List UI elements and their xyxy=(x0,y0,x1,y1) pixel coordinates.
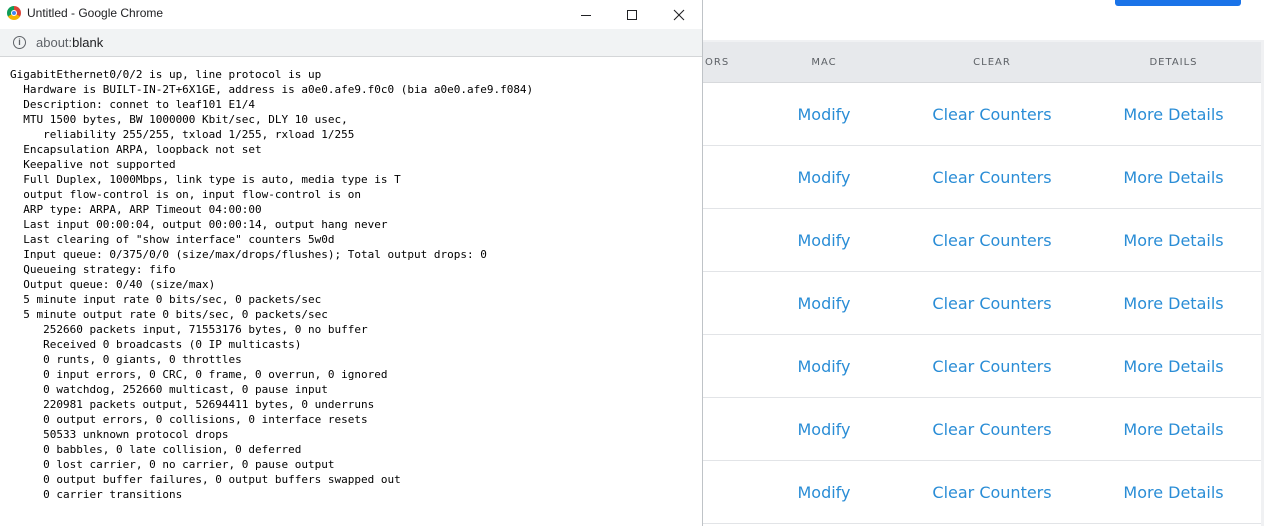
clear-counters-link[interactable]: Clear Counters xyxy=(917,461,1067,524)
page-content: GigabitEthernet0/0/2 is up, line protoco… xyxy=(10,67,700,522)
url-text[interactable]: about:blank xyxy=(36,35,103,50)
clear-counters-link[interactable]: Clear Counters xyxy=(917,83,1067,146)
table-row: Modify Clear Counters More Details xyxy=(703,83,1261,146)
primary-action-button[interactable] xyxy=(1115,0,1241,6)
clear-counters-link[interactable]: Clear Counters xyxy=(917,209,1067,272)
clear-counters-link[interactable]: Clear Counters xyxy=(917,272,1067,335)
modify-link[interactable]: Modify xyxy=(774,272,874,335)
close-button[interactable] xyxy=(656,0,702,29)
table-row: Modify Clear Counters More Details xyxy=(703,461,1261,524)
output-line: 0 output buffer failures, 0 output buffe… xyxy=(10,473,401,486)
chrome-logo-icon xyxy=(7,6,21,20)
output-line: MTU 1500 bytes, BW 1000000 Kbit/sec, DLY… xyxy=(10,113,348,126)
output-line: 0 input errors, 0 CRC, 0 frame, 0 overru… xyxy=(10,368,388,381)
column-header-clear: CLEAR xyxy=(973,57,1011,68)
output-line: 0 carrier transitions xyxy=(10,488,183,501)
output-line: 50533 unknown protocol drops xyxy=(10,428,229,441)
chrome-popup-window: Untitled - Google Chrome i about:blank G… xyxy=(0,0,703,526)
output-line: 0 runts, 0 giants, 0 throttles xyxy=(10,353,242,366)
table-row: Modify Clear Counters More Details xyxy=(703,335,1261,398)
table-header: ORS MAC CLEAR DETAILS xyxy=(703,42,1261,83)
more-details-link[interactable]: More Details xyxy=(1101,398,1246,461)
output-line: Last clearing of "show interface" counte… xyxy=(10,233,335,246)
output-line: Last input 00:00:04, output 00:00:14, ou… xyxy=(10,218,388,231)
table-row: Modify Clear Counters More Details xyxy=(703,146,1261,209)
more-details-link[interactable]: More Details xyxy=(1101,461,1246,524)
close-icon xyxy=(673,9,685,20)
maximize-icon xyxy=(627,9,637,20)
clear-counters-link[interactable]: Clear Counters xyxy=(917,335,1067,398)
output-line: Full Duplex, 1000Mbps, link type is auto… xyxy=(10,173,401,186)
output-line: Output queue: 0/40 (size/max) xyxy=(10,278,216,291)
output-line: 252660 packets input, 71553176 bytes, 0 … xyxy=(10,323,368,336)
output-line: 0 lost carrier, 0 no carrier, 0 pause ou… xyxy=(10,458,335,471)
output-line: output flow-control is on, input flow-co… xyxy=(10,188,361,201)
maximize-button[interactable] xyxy=(609,0,655,29)
output-line: Encapsulation ARPA, loopback not set xyxy=(10,143,262,156)
more-details-link[interactable]: More Details xyxy=(1101,335,1246,398)
output-line: Input queue: 0/375/0/0 (size/max/drops/f… xyxy=(10,248,487,261)
address-bar[interactable]: i about:blank xyxy=(0,29,702,57)
more-details-link[interactable]: More Details xyxy=(1101,209,1246,272)
column-header-mac: MAC xyxy=(811,57,837,68)
more-details-link[interactable]: More Details xyxy=(1101,146,1246,209)
modify-link[interactable]: Modify xyxy=(774,335,874,398)
modify-link[interactable]: Modify xyxy=(774,146,874,209)
output-line: Keepalive not supported xyxy=(10,158,176,171)
clear-counters-link[interactable]: Clear Counters xyxy=(917,398,1067,461)
output-line: 5 minute input rate 0 bits/sec, 0 packet… xyxy=(10,293,322,306)
table-row: Modify Clear Counters More Details xyxy=(703,209,1261,272)
minimize-icon xyxy=(581,14,591,16)
output-line: Received 0 broadcasts (0 IP multicasts) xyxy=(10,338,302,351)
clear-counters-link[interactable]: Clear Counters xyxy=(917,146,1067,209)
modify-link[interactable]: Modify xyxy=(774,209,874,272)
output-line: reliability 255/255, txload 1/255, rxloa… xyxy=(10,128,355,141)
output-line: 5 minute output rate 0 bits/sec, 0 packe… xyxy=(10,308,328,321)
url-path: blank xyxy=(72,35,104,50)
interfaces-table: ORS MAC CLEAR DETAILS Modify Clear Counte… xyxy=(703,42,1261,526)
output-line: Queueing strategy: fifo xyxy=(10,263,176,276)
output-line: ARP type: ARPA, ARP Timeout 04:00:00 xyxy=(10,203,262,216)
window-title: Untitled - Google Chrome xyxy=(27,6,164,20)
output-line: 0 watchdog, 252660 multicast, 0 pause in… xyxy=(10,383,328,396)
column-header-details: DETAILS xyxy=(1149,57,1198,68)
output-line: Description: connet to leaf101 E1/4 xyxy=(10,98,256,111)
modify-link[interactable]: Modify xyxy=(774,398,874,461)
info-icon[interactable]: i xyxy=(13,36,26,49)
output-line: 220981 packets output, 52694411 bytes, 0… xyxy=(10,398,375,411)
show-interface-output: GigabitEthernet0/0/2 is up, line protoco… xyxy=(10,67,700,502)
table-row: Modify Clear Counters More Details xyxy=(703,272,1261,335)
more-details-link[interactable]: More Details xyxy=(1101,83,1246,146)
modify-link[interactable]: Modify xyxy=(774,83,874,146)
column-header-partial: ORS xyxy=(705,57,730,68)
output-line: Hardware is BUILT-IN-2T+6X1GE, address i… xyxy=(10,83,534,96)
minimize-button[interactable] xyxy=(563,0,609,29)
url-scheme: about: xyxy=(36,35,73,50)
output-line: 0 babbles, 0 late collision, 0 deferred xyxy=(10,443,302,456)
title-bar[interactable]: Untitled - Google Chrome xyxy=(0,0,702,29)
table-row: Modify Clear Counters More Details xyxy=(703,398,1261,461)
output-line: 0 output errors, 0 collisions, 0 interfa… xyxy=(10,413,368,426)
output-line: GigabitEthernet0/0/2 is up, line protoco… xyxy=(10,68,322,81)
more-details-link[interactable]: More Details xyxy=(1101,272,1246,335)
modify-link[interactable]: Modify xyxy=(774,461,874,524)
